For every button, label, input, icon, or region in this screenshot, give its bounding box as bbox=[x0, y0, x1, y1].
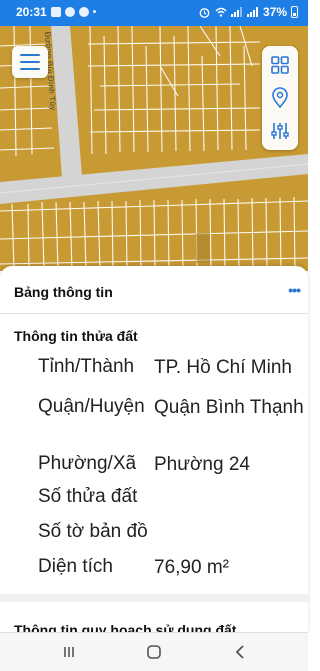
menu-button[interactable] bbox=[12, 46, 48, 78]
row-label: Diện tích bbox=[38, 556, 113, 577]
info-sheet: Bảng thông tin ••• Thông tin thửa đất Tỉ… bbox=[0, 266, 308, 638]
back-icon bbox=[235, 645, 244, 659]
filter-button[interactable] bbox=[262, 114, 298, 148]
wifi-icon bbox=[215, 7, 227, 17]
row-label: Số thửa đất bbox=[38, 486, 138, 507]
battery-percent: 37% bbox=[262, 5, 287, 19]
status-bar: 20:31 • 37% bbox=[0, 0, 308, 26]
home-icon bbox=[147, 645, 161, 659]
section-separator bbox=[0, 594, 308, 602]
row-value: Phường 24 bbox=[154, 454, 250, 475]
home-button[interactable] bbox=[139, 641, 169, 663]
recent-apps-icon bbox=[64, 647, 74, 657]
row-label: Phường/Xã bbox=[38, 453, 137, 474]
menu-icon-line bbox=[20, 68, 40, 70]
layers-button[interactable] bbox=[262, 48, 298, 82]
back-button[interactable] bbox=[225, 641, 255, 663]
signal-icon-2 bbox=[246, 7, 258, 17]
section-title: Thông tin thửa đất bbox=[14, 328, 138, 344]
divider bbox=[0, 313, 308, 314]
row-label: Tỉnh/Thành bbox=[38, 356, 135, 377]
row-label: Quận/Huyện bbox=[38, 396, 145, 417]
signal-icon-1 bbox=[230, 7, 242, 17]
location-pin-icon bbox=[272, 87, 288, 109]
clock: 20:31 bbox=[16, 5, 47, 19]
map-toolbar bbox=[262, 46, 298, 150]
row-value: Quận Bình Thạnh bbox=[154, 397, 304, 418]
menu-icon bbox=[20, 54, 40, 56]
my-location-button[interactable] bbox=[262, 81, 298, 115]
more-notifications-icon: • bbox=[92, 6, 97, 18]
battery-icon bbox=[291, 6, 298, 18]
sliders-icon bbox=[271, 123, 289, 139]
row-label: Số tờ bản đồ bbox=[38, 521, 148, 542]
gallery-notification-icon bbox=[50, 7, 61, 17]
more-options-icon[interactable]: ••• bbox=[288, 282, 301, 298]
row-value: 76,90 m² bbox=[154, 557, 229, 578]
zalo-notification-icon bbox=[78, 7, 89, 17]
grid-icon bbox=[271, 56, 289, 74]
alarm-icon bbox=[199, 7, 210, 18]
menu-icon-line bbox=[20, 61, 40, 63]
system-nav-bar bbox=[0, 632, 308, 671]
messenger-notification-icon bbox=[64, 7, 75, 17]
recent-apps-button[interactable] bbox=[54, 641, 84, 663]
row-value: TP. Hồ Chí Minh bbox=[154, 357, 292, 378]
sheet-title: Bảng thông tin bbox=[14, 284, 113, 300]
